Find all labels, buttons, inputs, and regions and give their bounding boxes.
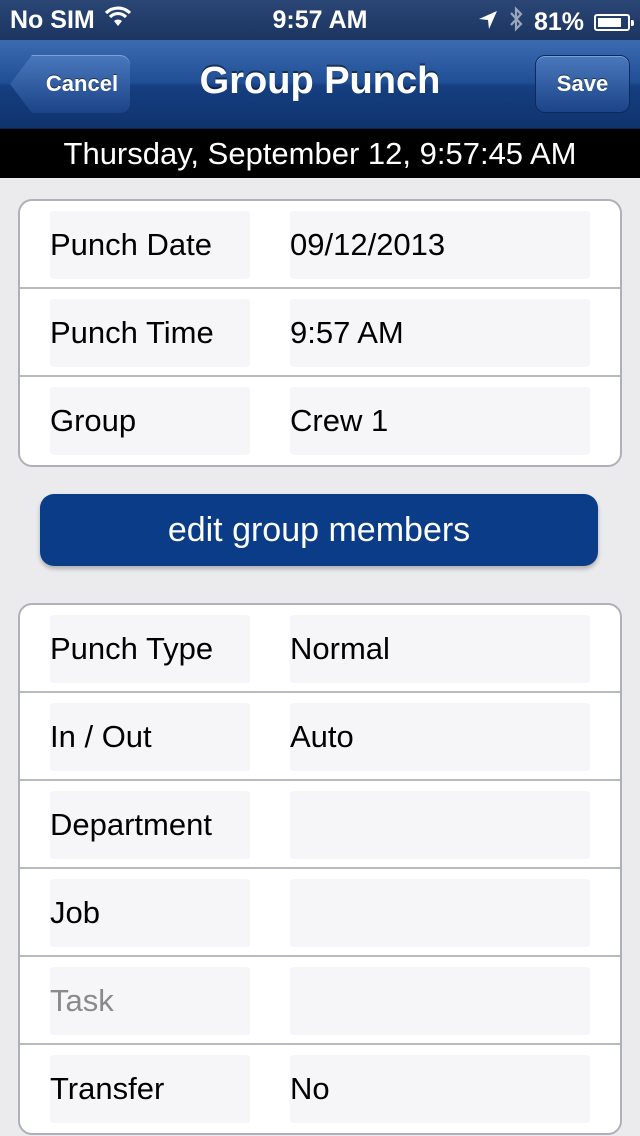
row-label: In / Out <box>50 703 250 771</box>
table-row-punch-time[interactable]: Punch Time 9:57 AM <box>20 289 620 377</box>
row-label: Punch Date <box>50 211 250 279</box>
transfer-value[interactable]: No <box>290 1055 590 1123</box>
department-value[interactable] <box>290 791 590 859</box>
row-label: Group <box>50 387 250 455</box>
location-arrow-icon <box>478 8 498 37</box>
punch-time-value[interactable]: 9:57 AM <box>290 299 590 367</box>
punch-type-value[interactable]: Normal <box>290 615 590 683</box>
table-row-job[interactable]: Job <box>20 869 620 957</box>
current-datetime-bar: Thursday, September 12, 9:57:45 AM <box>0 129 640 178</box>
table-row-punch-date[interactable]: Punch Date 09/12/2013 <box>20 201 620 289</box>
punch-date-value[interactable]: 09/12/2013 <box>290 211 590 279</box>
bluetooth-icon <box>508 6 524 39</box>
battery-icon <box>594 14 634 31</box>
task-value <box>290 967 590 1035</box>
row-label: Transfer <box>50 1055 250 1123</box>
job-value[interactable] <box>290 879 590 947</box>
save-button[interactable]: Save <box>535 55 630 113</box>
table-row-task: Task <box>20 957 620 1045</box>
row-label: Punch Type <box>50 615 250 683</box>
edit-group-members-button[interactable]: edit group members <box>40 494 598 566</box>
in-out-value[interactable]: Auto <box>290 703 590 771</box>
table-row-department[interactable]: Department <box>20 781 620 869</box>
row-label: Job <box>50 879 250 947</box>
row-label: Department <box>50 791 250 859</box>
row-label: Punch Time <box>50 299 250 367</box>
punch-details-table: Punch Type Normal In / Out Auto Departme… <box>18 603 622 1135</box>
group-value[interactable]: Crew 1 <box>290 387 590 455</box>
table-row-group[interactable]: Group Crew 1 <box>20 377 620 465</box>
table-row-in-out[interactable]: In / Out Auto <box>20 693 620 781</box>
status-right: 81% <box>468 6 634 39</box>
row-label: Task <box>50 967 250 1035</box>
navigation-bar: Cancel Group Punch Save <box>0 40 640 129</box>
group-punch-screen: No SIM 9:57 AM 81% Cancel Group Punch Sa… <box>0 0 640 1136</box>
punch-info-table: Punch Date 09/12/2013 Punch Time 9:57 AM… <box>18 199 622 467</box>
table-row-transfer[interactable]: Transfer No <box>20 1045 620 1133</box>
battery-fill <box>598 18 621 27</box>
battery-percent: 81% <box>533 8 584 36</box>
table-row-punch-type[interactable]: Punch Type Normal <box>20 605 620 693</box>
status-bar: No SIM 9:57 AM 81% <box>0 0 640 40</box>
